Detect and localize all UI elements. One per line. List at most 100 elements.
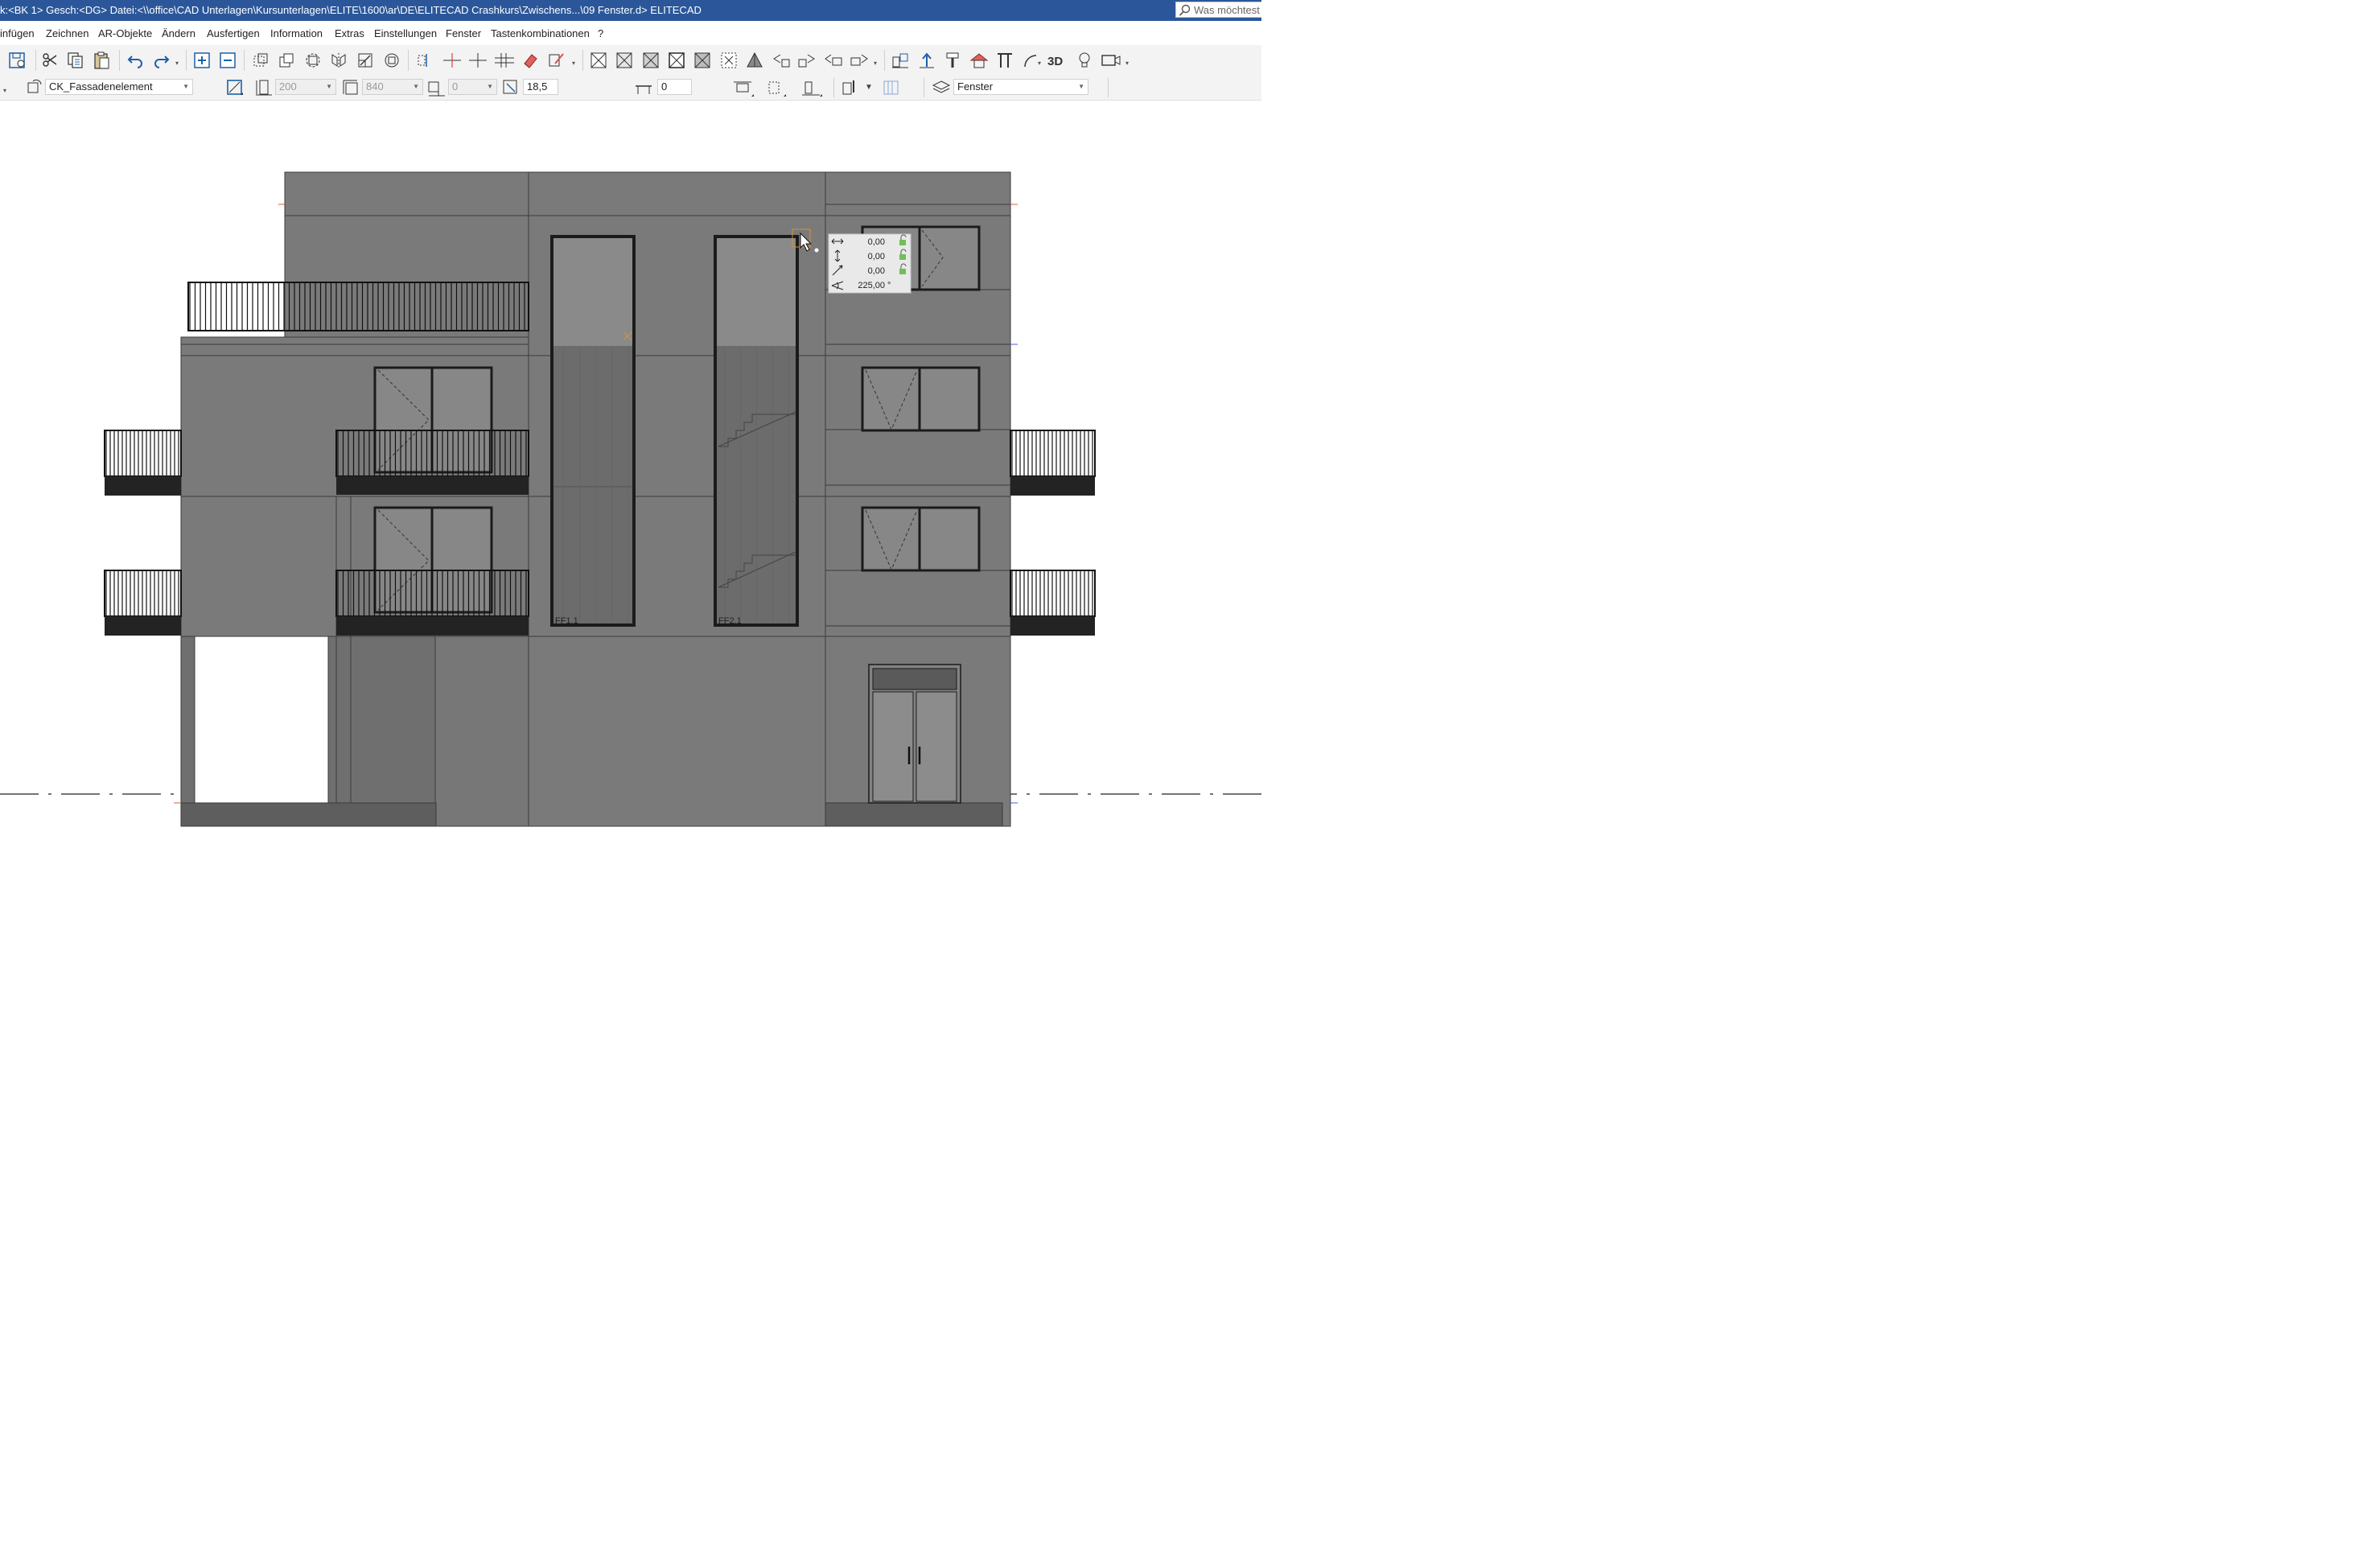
object-list-icon[interactable]	[883, 79, 900, 97]
elevate-icon[interactable]	[917, 51, 936, 70]
roof-icon[interactable]	[969, 51, 989, 70]
mirror-icon[interactable]	[330, 51, 348, 69]
paint-brush-icon[interactable]	[944, 51, 963, 70]
move-left-icon[interactable]	[771, 51, 792, 69]
height-field[interactable]: 200 ▼	[275, 79, 336, 95]
drawing-canvas[interactable]: FF1.1 FF2.1 0,00 0,00 0,00 225,00 °	[0, 101, 1261, 837]
redo-icon[interactable]	[152, 52, 170, 68]
coordinate-popup[interactable]: 0,00 0,00 0,00 225,00 °	[828, 233, 911, 294]
window-type-6-icon[interactable]	[720, 51, 738, 69]
select-icon[interactable]	[252, 51, 270, 69]
dx-value[interactable]: 0,00	[868, 237, 885, 247]
offset-icon	[428, 81, 445, 97]
balcony-right-floor-1	[1010, 430, 1096, 496]
element-properties-icon[interactable]	[27, 78, 43, 94]
window-type-2-icon[interactable]	[615, 51, 633, 69]
window-type-5-icon[interactable]	[693, 51, 711, 69]
menu-information[interactable]: Information	[270, 27, 323, 39]
window-type-4-icon[interactable]	[668, 51, 685, 69]
save-icon[interactable]	[8, 51, 27, 69]
zoom-in-icon[interactable]	[193, 51, 211, 69]
camera-icon[interactable]	[1101, 52, 1121, 68]
copy-icon[interactable]	[67, 51, 84, 69]
title-bar: k:<BK 1> Gesch:<DG> Datei:<\\office\CAD …	[0, 0, 1261, 21]
menu-tastenkombinationen[interactable]: Tastenkombinationen	[491, 27, 590, 39]
split-line-icon[interactable]	[468, 51, 488, 69]
right-window-floor-1[interactable]	[861, 366, 981, 432]
attributes-icon[interactable]	[841, 78, 862, 97]
eraser-icon[interactable]	[521, 51, 539, 69]
menu-aendern[interactable]: Ändern	[162, 27, 195, 39]
layer-value: Fenster	[957, 80, 994, 93]
element-type-select[interactable]: CK_Fassadenelement ▼	[45, 79, 193, 95]
opening-width-icon[interactable]	[732, 79, 755, 98]
dy-value[interactable]: 0,00	[868, 252, 885, 261]
scale-value: 18,5	[527, 80, 548, 93]
menu-einstellungen[interactable]: Einstellungen	[374, 27, 437, 39]
chevron-down-icon: ▼	[487, 83, 493, 90]
paste-icon[interactable]	[93, 51, 111, 70]
pyramid-icon[interactable]	[746, 51, 763, 69]
edit-element-icon[interactable]	[547, 51, 568, 70]
window-title: k:<BK 1> Gesch:<DG> Datei:<\\office\CAD …	[0, 4, 702, 16]
properties-collapse-icon[interactable]: ▾	[3, 87, 6, 94]
cut-icon[interactable]	[42, 52, 58, 68]
right-window-floor-0[interactable]	[861, 506, 981, 572]
facade-elevation: FF1.1 FF2.1 0,00 0,00 0,00 225,00 °	[0, 171, 1261, 827]
camera-dropdown-icon[interactable]: ▾	[1125, 60, 1129, 67]
menu-ausfertigen[interactable]: Ausfertigen	[207, 27, 260, 39]
arc-dropdown-icon[interactable]: ▾	[1038, 60, 1041, 67]
lightbulb-icon[interactable]	[1076, 51, 1093, 70]
opening-sill-icon[interactable]	[800, 79, 823, 98]
menu-extras[interactable]: Extras	[335, 27, 364, 39]
carport-opening	[194, 636, 329, 804]
move-up-icon[interactable]	[796, 51, 817, 69]
menu-einfuegen[interactable]: infügen	[0, 27, 35, 39]
search-icon	[1179, 4, 1191, 16]
attributes-dropdown-icon[interactable]: ▼	[865, 83, 873, 92]
fill-pattern-icon[interactable]	[225, 78, 245, 97]
undo-icon[interactable]	[127, 52, 145, 68]
duplicate-icon[interactable]	[278, 51, 295, 69]
chevron-down-icon: ▼	[1078, 83, 1084, 90]
offset-field[interactable]: 0 ▼	[448, 79, 497, 95]
main-toolbar: ▾ ▾ ▾ ▾ 3D ▾	[0, 45, 1261, 76]
menu-bar: infügen Zeichnen AR-Objekte Ändern Ausfe…	[0, 22, 1261, 44]
entrance-door[interactable]	[868, 664, 961, 804]
scale-field[interactable]: 18,5	[523, 79, 558, 95]
menu-zeichnen[interactable]: Zeichnen	[46, 27, 88, 39]
height-value: 200	[279, 80, 297, 93]
width-icon	[343, 80, 358, 95]
multi-split-icon[interactable]	[494, 51, 515, 69]
align-icon[interactable]	[891, 51, 910, 70]
view-dropdown-icon[interactable]: ▾	[874, 60, 877, 67]
menu-help[interactable]: ?	[598, 27, 603, 39]
distance-value[interactable]: 0,00	[868, 266, 885, 276]
layer-select[interactable]: Fenster ▼	[953, 79, 1088, 95]
menu-ar-objekte[interactable]: AR-Objekte	[98, 27, 152, 39]
opening-height-icon[interactable]	[764, 79, 787, 98]
view-3d-icon[interactable]: 3D	[1047, 55, 1063, 68]
search-input[interactable]: Was möchtest d	[1175, 2, 1261, 18]
redo-dropdown-icon[interactable]: ▾	[175, 60, 179, 67]
menu-fenster[interactable]: Fenster	[446, 27, 481, 39]
column-icon[interactable]	[995, 51, 1014, 70]
width-field[interactable]: 840 ▼	[362, 79, 423, 95]
angle-value[interactable]: 225,00	[858, 281, 885, 290]
element-type-value: CK_Fassadenelement	[49, 80, 153, 93]
camera-left-icon[interactable]	[823, 51, 844, 69]
zoom-out-icon[interactable]	[219, 51, 237, 69]
stair-window-right[interactable]: FF2.1	[714, 235, 799, 627]
spacing-field[interactable]: 0	[657, 79, 692, 95]
explode-icon[interactable]	[383, 51, 401, 69]
window-type-3-icon[interactable]	[642, 51, 660, 69]
scale-icon[interactable]	[356, 51, 374, 69]
camera-right-icon[interactable]	[849, 51, 870, 69]
trim-icon[interactable]	[416, 51, 434, 69]
rotate-icon[interactable]	[304, 51, 322, 69]
window-type-1-icon[interactable]	[590, 51, 607, 69]
break-line-icon[interactable]	[442, 51, 462, 69]
chevron-down-icon: ▼	[183, 83, 189, 90]
stair-window-left[interactable]: FF1.1	[550, 235, 636, 627]
edit-dropdown-icon[interactable]: ▾	[572, 60, 575, 67]
